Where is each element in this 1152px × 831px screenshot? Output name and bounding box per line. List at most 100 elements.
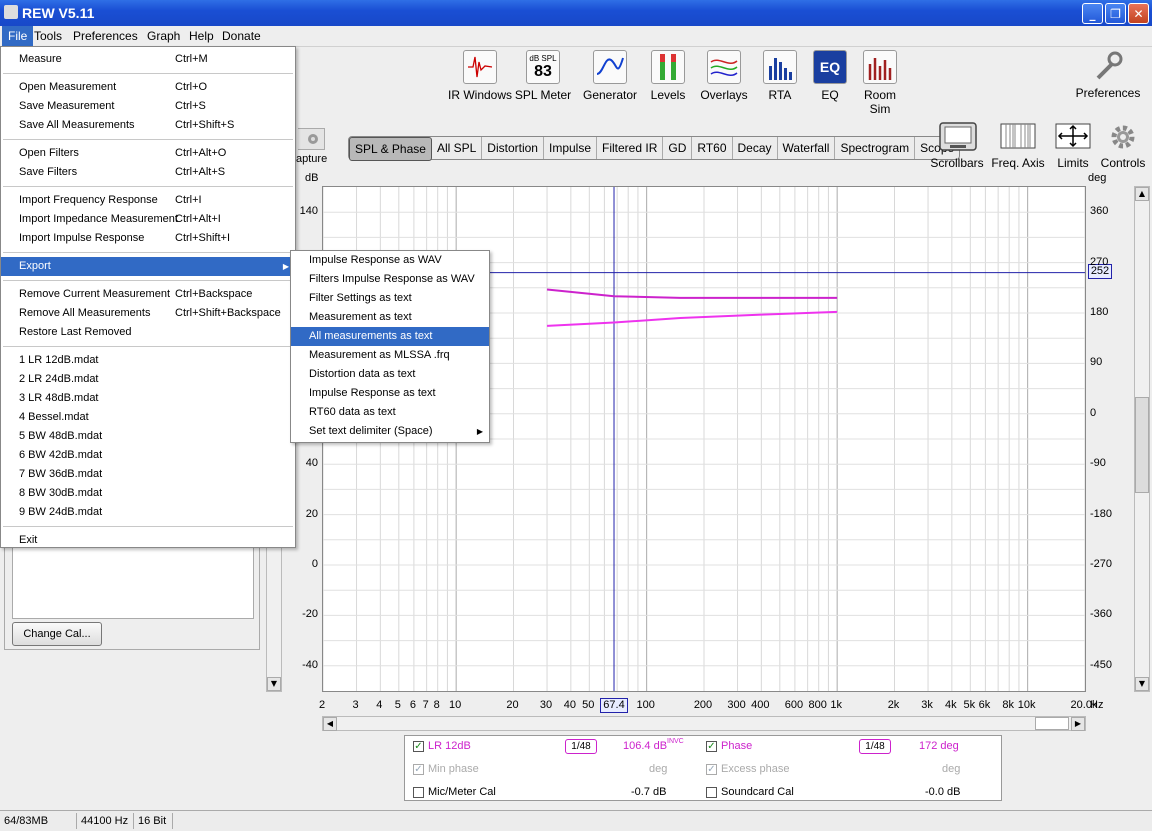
export-menu-item-distortion-data-as-text[interactable]: Distortion data as text bbox=[291, 365, 489, 384]
tab-impulse[interactable]: Impulse bbox=[544, 137, 598, 159]
menu-preferences[interactable]: Preferences bbox=[67, 26, 144, 46]
file-menu-item-exit[interactable]: Exit bbox=[1, 531, 295, 550]
tab-gd[interactable]: GD bbox=[663, 137, 693, 159]
file-menu-item-4-bessel-mdat[interactable]: 4 Bessel.mdat bbox=[1, 408, 295, 427]
export-menu-item-impulse-response-as-wav[interactable]: Impulse Response as WAV bbox=[291, 251, 489, 270]
levels-button[interactable]: Levels bbox=[648, 50, 688, 102]
limits-button[interactable]: Limits bbox=[1052, 122, 1094, 170]
eq-button[interactable]: EQ EQ bbox=[812, 50, 848, 102]
file-menu-item-6-bw-42db-mdat[interactable]: 6 BW 42dB.mdat bbox=[1, 446, 295, 465]
scrollbars-button[interactable]: Scrollbars bbox=[930, 122, 984, 170]
scroll-thumb[interactable] bbox=[1135, 397, 1149, 493]
min-phase-checkbox[interactable]: ✓ bbox=[413, 764, 424, 775]
file-menu-item-3-lr-48db-mdat[interactable]: 3 LR 48dB.mdat bbox=[1, 389, 295, 408]
tab-all-spl[interactable]: All SPL bbox=[432, 137, 483, 159]
mic-cal-checkbox[interactable] bbox=[413, 787, 424, 798]
scroll-up-arrow[interactable]: ▲ bbox=[1135, 187, 1149, 201]
scroll-left-arrow[interactable]: ◀ bbox=[323, 717, 337, 731]
app-icon bbox=[4, 5, 18, 19]
export-menu-item-filters-impulse-response-as-wav[interactable]: Filters Impulse Response as WAV bbox=[291, 270, 489, 289]
file-menu-item-open-measurement[interactable]: Open Measurement Ctrl+O bbox=[1, 78, 295, 97]
preferences-button[interactable]: Preferences bbox=[1074, 50, 1142, 100]
capture-button[interactable] bbox=[298, 128, 325, 150]
tab-rt60[interactable]: RT60 bbox=[692, 137, 733, 159]
legend-phase-smoothing[interactable]: 1/48 bbox=[859, 739, 891, 754]
legend-phase-name: Phase bbox=[721, 740, 753, 752]
tab-decay[interactable]: Decay bbox=[733, 137, 778, 159]
spl-meter-icon: dB SPL 83 bbox=[526, 50, 560, 84]
close-button[interactable]: ✕ bbox=[1128, 3, 1149, 24]
file-menu-item-1-lr-12db-mdat[interactable]: 1 LR 12dB.mdat bbox=[1, 351, 295, 370]
file-menu-item-open-filters[interactable]: Open Filters Ctrl+Alt+O bbox=[1, 144, 295, 163]
minimize-button[interactable]: _ bbox=[1082, 3, 1103, 24]
phase-checkbox[interactable]: ✓ bbox=[706, 741, 717, 752]
rta-button[interactable]: RTA bbox=[762, 50, 798, 102]
maximize-button[interactable]: ❐ bbox=[1105, 3, 1126, 24]
menu-item-shortcut: Ctrl+Shift+I bbox=[175, 232, 231, 244]
freq-axis-button[interactable]: Freq. Axis bbox=[990, 122, 1046, 170]
export-menu-item-measurement-as-mlssa-frq[interactable]: Measurement as MLSSA .frq bbox=[291, 346, 489, 365]
y-tick-right: 90 bbox=[1090, 356, 1103, 369]
export-menu-item-impulse-response-as-text[interactable]: Impulse Response as text bbox=[291, 384, 489, 403]
scroll-right-arrow[interactable]: ▶ bbox=[1071, 717, 1085, 731]
export-menu-item-filter-settings-as-text[interactable]: Filter Settings as text bbox=[291, 289, 489, 308]
change-cal-button[interactable]: Change Cal... bbox=[12, 622, 102, 646]
ir-windows-button[interactable]: IR Windows bbox=[448, 50, 512, 102]
left-panel-scrollbar[interactable]: ▼ bbox=[266, 546, 282, 692]
export-menu-item-rt60-data-as-text[interactable]: RT60 data as text bbox=[291, 403, 489, 422]
file-menu-item-restore-last-removed[interactable]: Restore Last Removed bbox=[1, 323, 295, 342]
file-menu-item-9-bw-24db-mdat[interactable]: 9 BW 24dB.mdat bbox=[1, 503, 295, 522]
menu-separator bbox=[3, 526, 293, 527]
menu-tools[interactable]: Tools bbox=[28, 26, 68, 46]
menu-item-label: 8 BW 30dB.mdat bbox=[19, 487, 103, 499]
lr12-checkbox[interactable]: ✓ bbox=[413, 741, 424, 752]
file-menu-item-import-impulse-response[interactable]: Import Impulse Response Ctrl+Shift+I bbox=[1, 229, 295, 248]
file-menu-item-save-all-measurements[interactable]: Save All Measurements Ctrl+Shift+S bbox=[1, 116, 295, 135]
export-menu-item-measurement-as-text[interactable]: Measurement as text bbox=[291, 308, 489, 327]
vertical-scrollbar[interactable]: ▲ ▼ bbox=[1134, 186, 1150, 692]
file-menu-item-remove-all-measurements[interactable]: Remove All Measurements Ctrl+Shift+Backsp… bbox=[1, 304, 295, 323]
menu-separator bbox=[3, 346, 293, 347]
file-menu-item-export[interactable]: Export ▶ bbox=[1, 257, 295, 276]
file-menu-item-2-lr-24db-mdat[interactable]: 2 LR 24dB.mdat bbox=[1, 370, 295, 389]
y-tick-left: 40 bbox=[305, 457, 318, 470]
menu-graph[interactable]: Graph bbox=[141, 26, 186, 46]
generator-button[interactable]: Generator bbox=[582, 50, 638, 102]
limits-label: Limits bbox=[1057, 156, 1089, 170]
file-menu-item-7-bw-36db-mdat[interactable]: 7 BW 36dB.mdat bbox=[1, 465, 295, 484]
legend-lr12-smoothing[interactable]: 1/48 bbox=[565, 739, 597, 754]
export-submenu: Impulse Response as WAV Filters Impulse R… bbox=[290, 250, 490, 443]
overlays-button[interactable]: Overlays bbox=[698, 50, 750, 102]
left-panel: Change Cal... bbox=[4, 546, 260, 650]
legend-min-phase-name: Min phase bbox=[428, 763, 479, 775]
export-menu-item-set-text-delimiter-space[interactable]: Set text delimiter (Space) ▶ bbox=[291, 422, 489, 441]
window-title: REW V5.11 bbox=[22, 5, 95, 21]
file-menu-item-measure[interactable]: Measure Ctrl+M bbox=[1, 50, 295, 69]
menu-help[interactable]: Help bbox=[183, 26, 220, 46]
horizontal-scrollbar[interactable]: ◀ ▶ bbox=[322, 716, 1086, 731]
legend-lr12-sup: INVC bbox=[667, 738, 684, 745]
soundcard-cal-checkbox[interactable] bbox=[706, 787, 717, 798]
file-menu-item-save-measurement[interactable]: Save Measurement Ctrl+S bbox=[1, 97, 295, 116]
controls-button[interactable]: Controls bbox=[1100, 122, 1146, 170]
tab-spectrogram[interactable]: Spectrogram bbox=[835, 137, 916, 159]
room-sim-button[interactable]: Room Sim bbox=[854, 50, 906, 116]
scroll-down-arrow[interactable]: ▼ bbox=[1135, 677, 1149, 691]
hscroll-thumb[interactable] bbox=[1035, 717, 1069, 730]
tab-distortion[interactable]: Distortion bbox=[482, 137, 544, 159]
file-menu-item-8-bw-30db-mdat[interactable]: 8 BW 30dB.mdat bbox=[1, 484, 295, 503]
export-menu-item-all-measurements-as-text[interactable]: All measurements as text bbox=[291, 327, 489, 346]
file-menu-item-import-frequency-response[interactable]: Import Frequency Response Ctrl+I bbox=[1, 191, 295, 210]
file-menu-item-remove-current-measurement[interactable]: Remove Current Measurement Ctrl+Backspace bbox=[1, 285, 295, 304]
file-menu-item-import-impedance-measurement[interactable]: Import Impedance Measurement Ctrl+Alt+I bbox=[1, 210, 295, 229]
left-scroll-down-arrow[interactable]: ▼ bbox=[267, 677, 281, 691]
menu-item-shortcut: Ctrl+Shift+Backspace bbox=[175, 307, 281, 319]
excess-phase-checkbox[interactable]: ✓ bbox=[706, 764, 717, 775]
tab-waterfall[interactable]: Waterfall bbox=[778, 137, 836, 159]
tab-spl-phase[interactable]: SPL & Phase bbox=[349, 137, 432, 161]
tab-filtered-ir[interactable]: Filtered IR bbox=[597, 137, 664, 159]
file-menu-item-save-filters[interactable]: Save Filters Ctrl+Alt+S bbox=[1, 163, 295, 182]
menu-donate[interactable]: Donate bbox=[216, 26, 267, 46]
spl-meter-button[interactable]: dB SPL 83 SPL Meter bbox=[514, 50, 572, 102]
file-menu-item-5-bw-48db-mdat[interactable]: 5 BW 48dB.mdat bbox=[1, 427, 295, 446]
